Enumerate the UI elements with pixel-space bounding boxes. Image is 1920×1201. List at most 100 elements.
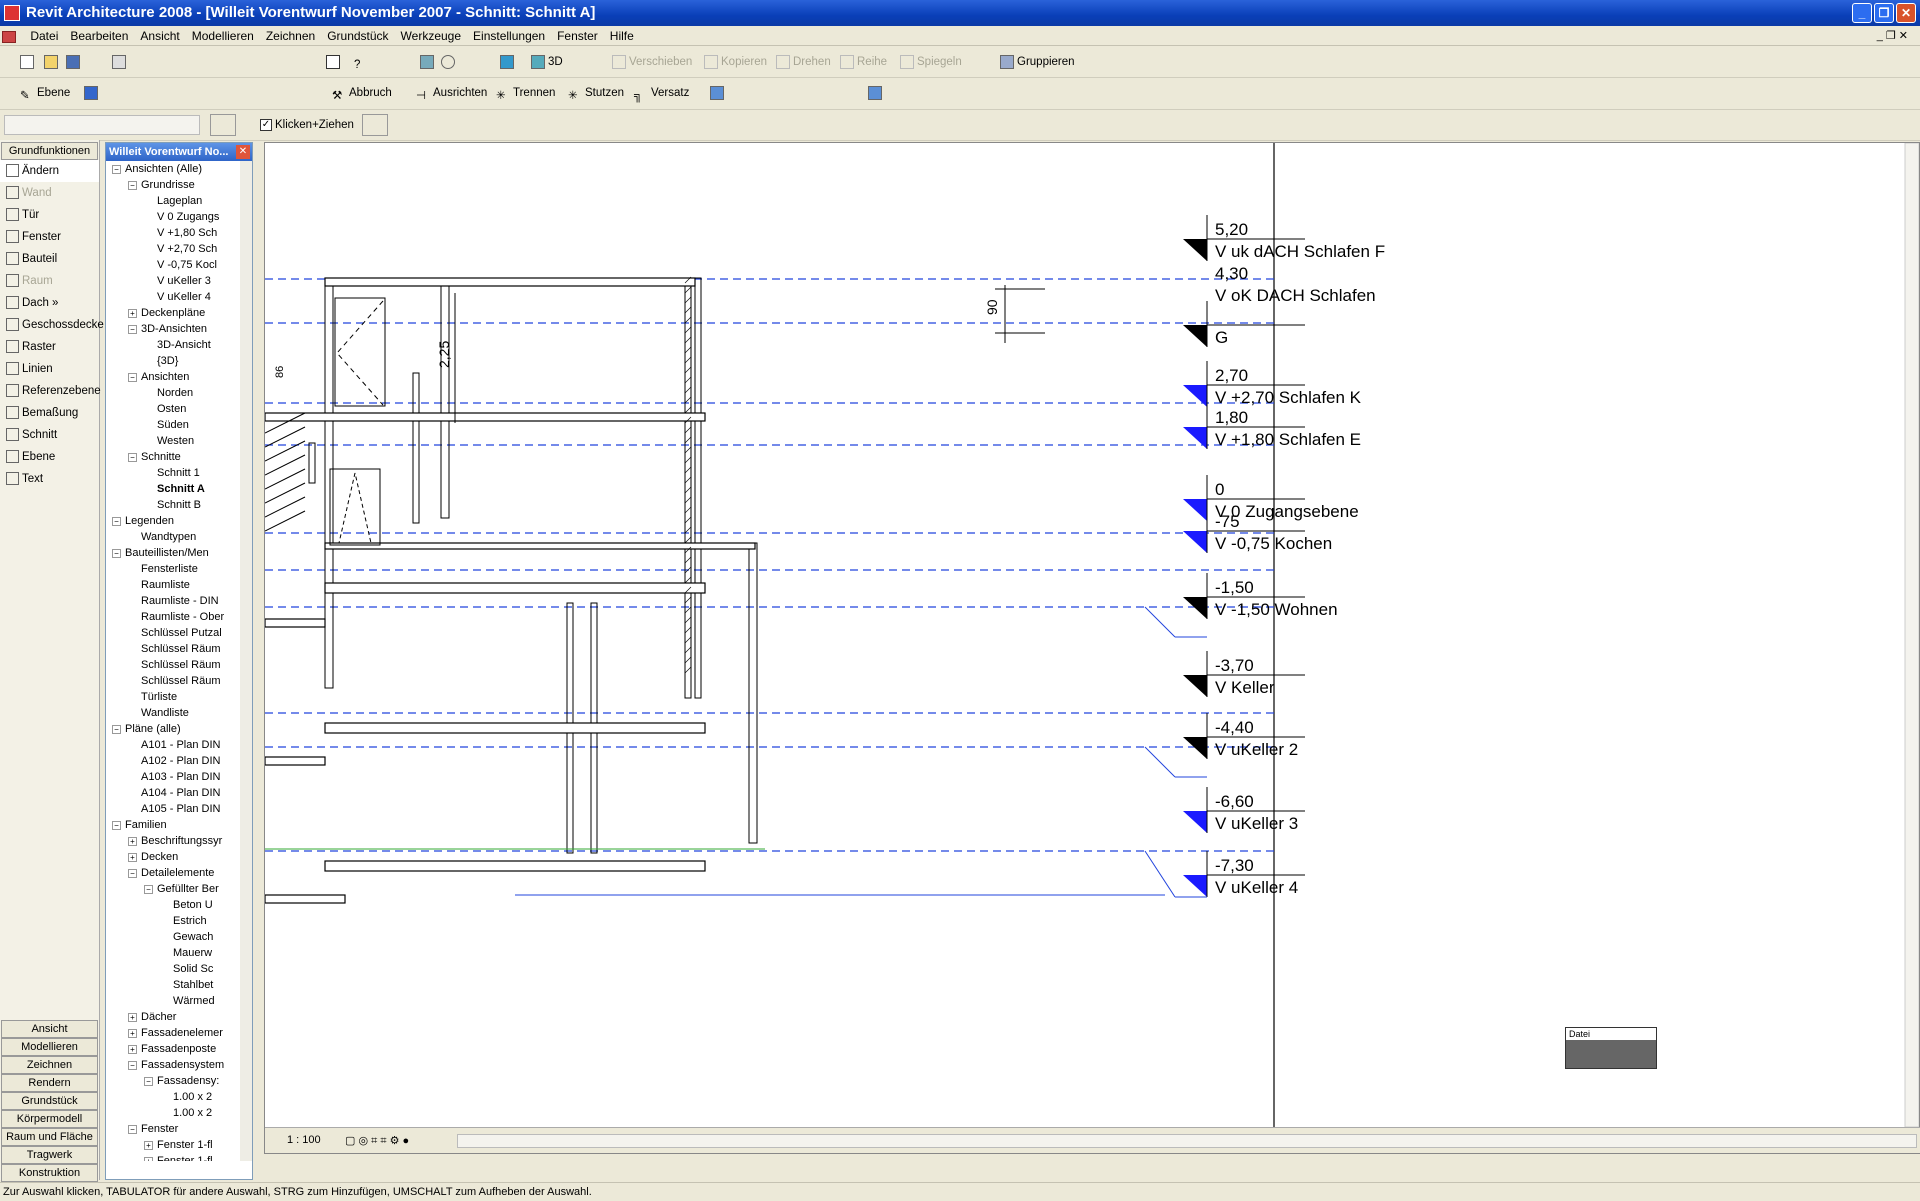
design-category-8[interactable]: Konstruktion (1, 1164, 98, 1182)
browser-node[interactable]: Schlüssel Räum (141, 657, 220, 673)
browser-node[interactable]: − Familien (112, 817, 167, 833)
menu-bearbeiten[interactable]: Bearbeiten (64, 26, 134, 46)
close-browser-icon[interactable]: ✕ (236, 145, 250, 159)
design-item-9[interactable]: Linien (0, 358, 99, 380)
browser-node[interactable]: Wandliste (141, 705, 189, 721)
browser-node[interactable]: Schlüssel Räum (141, 673, 220, 689)
browser-node[interactable]: Solid Sc (173, 961, 213, 977)
browser-node[interactable]: − Fassadensy: (144, 1073, 219, 1089)
browser-node[interactable]: +Fenster 1-fl (144, 1137, 213, 1153)
browser-node[interactable]: + Deckenpläne (128, 305, 205, 321)
browser-node[interactable]: {3D} (157, 353, 178, 369)
browser-node[interactable]: 3D-Ansicht (157, 337, 211, 353)
browser-node[interactable]: Raumliste (141, 577, 190, 593)
schedule-icon[interactable] (868, 83, 885, 103)
design-item-11[interactable]: Bemaßung (0, 402, 99, 424)
design-item-10[interactable]: Referenzebene (0, 380, 101, 402)
copy-to-clipboard-icon[interactable] (710, 83, 727, 103)
design-item-1[interactable]: Wand (0, 182, 99, 204)
expand-icon[interactable]: + (128, 1044, 137, 1054)
browser-node[interactable]: V 0 Zugangs (157, 209, 219, 225)
offset-button[interactable]: ╗ Versatz (634, 83, 689, 103)
zoom-icon[interactable] (441, 52, 458, 72)
browser-node[interactable]: Gewach (173, 929, 213, 945)
expand-icon[interactable]: − (144, 1076, 153, 1086)
expand-icon[interactable]: + (144, 1140, 153, 1150)
design-item-0[interactable]: Ändern (0, 160, 99, 182)
document-icon[interactable] (2, 30, 16, 43)
3d-view-icon[interactable] (500, 52, 517, 72)
browser-node[interactable]: − Detailelemente (128, 865, 214, 881)
design-item-12[interactable]: Schnitt (0, 424, 99, 446)
mirror-button[interactable]: Spiegeln (900, 52, 962, 72)
help-whats-this-icon[interactable]: ? (354, 52, 371, 72)
expand-icon[interactable]: − (128, 868, 137, 878)
section-view-drawing[interactable]: 5,20 V uk dACH Schlafen F 4,30 V oK DACH Sc… (265, 143, 1919, 1127)
expand-icon[interactable]: − (112, 548, 121, 558)
browser-node[interactable]: − Fassadensystem (128, 1057, 224, 1073)
browser-node[interactable]: V uKeller 3 (157, 273, 211, 289)
expand-icon[interactable]: + (144, 1156, 153, 1161)
browser-node[interactable]: 1.00 x 2 (173, 1105, 212, 1121)
browser-node[interactable]: − Bauteillisten/Men (112, 545, 209, 561)
horizontal-scrollbar[interactable] (457, 1134, 1917, 1148)
browser-node[interactable]: Westen (157, 433, 194, 449)
design-category-4[interactable]: Grundstück (1, 1092, 98, 1110)
design-item-7[interactable]: Geschossdecke (0, 314, 104, 336)
design-category-0[interactable]: Ansicht (1, 1020, 98, 1038)
browser-node[interactable]: Schlüssel Putzal (141, 625, 222, 641)
open-icon[interactable] (44, 52, 61, 72)
menu-werkzeuge[interactable]: Werkzeuge (395, 26, 467, 46)
expand-icon[interactable]: − (144, 884, 153, 894)
minimize-button[interactable]: _ (1852, 3, 1872, 23)
browser-node[interactable]: − Schnitte (128, 449, 181, 465)
browser-node[interactable]: Raumliste - DIN (141, 593, 219, 609)
browser-node[interactable]: 1.00 x 2 (173, 1089, 212, 1105)
design-item-2[interactable]: Tür (0, 204, 99, 226)
design-tab-basics[interactable]: Grundfunktionen (1, 142, 98, 160)
expand-icon[interactable]: − (112, 820, 121, 830)
browser-node[interactable]: Schnitt 1 (157, 465, 200, 481)
save-icon[interactable] (66, 52, 83, 72)
filter-icon[interactable] (362, 114, 388, 136)
browser-node[interactable]: Raumliste - Ober (141, 609, 224, 625)
type-selector[interactable] (4, 115, 200, 135)
browser-node[interactable]: V uKeller 4 (157, 289, 211, 305)
drawing-area[interactable]: 5,20 V uk dACH Schlafen F 4,30 V oK DACH Sc… (264, 142, 1920, 1154)
vertical-scrollbar[interactable] (1904, 143, 1919, 1127)
browser-node[interactable]: Mauerw (173, 945, 212, 961)
browser-node[interactable]: V -0,75 Kocl (157, 257, 217, 273)
visibility-icon[interactable] (420, 52, 437, 72)
array-button[interactable]: Reihe (840, 52, 887, 72)
browser-node[interactable]: V +2,70 Sch (157, 241, 217, 257)
expand-icon[interactable]: + (128, 1028, 137, 1038)
expand-icon[interactable]: − (112, 164, 121, 174)
expand-icon[interactable]: − (128, 1060, 137, 1070)
browser-node[interactable]: A105 - Plan DIN (141, 801, 220, 817)
menu-zeichnen[interactable]: Zeichnen (260, 26, 321, 46)
browser-node[interactable]: Wandtypen (141, 529, 196, 545)
revit-app-icon[interactable] (4, 5, 20, 21)
menu-datei[interactable]: Datei (24, 26, 64, 46)
browser-node[interactable]: + Fassadenelemer (128, 1025, 223, 1041)
menu-grundstueck[interactable]: Grundstück (321, 26, 394, 46)
browser-node[interactable]: A103 - Plan DIN (141, 769, 220, 785)
level-button[interactable]: ✎ Ebene (20, 83, 70, 103)
menu-modellieren[interactable]: Modellieren (186, 26, 260, 46)
view-scale[interactable]: 1 : 100 (287, 1134, 321, 1146)
expand-icon[interactable]: − (128, 180, 137, 190)
browser-node[interactable]: Beton U (173, 897, 213, 913)
browser-node[interactable]: + Dächer (128, 1009, 176, 1025)
expand-icon[interactable]: − (128, 372, 137, 382)
toggle-view-icon[interactable] (326, 52, 343, 72)
design-category-6[interactable]: Raum und Fläche (1, 1128, 98, 1146)
split-button[interactable]: ✳ Trennen (496, 83, 555, 103)
design-category-5[interactable]: Körpermodell (1, 1110, 98, 1128)
expand-icon[interactable]: − (128, 1124, 137, 1134)
menu-ansicht[interactable]: Ansicht (134, 26, 185, 46)
browser-node[interactable]: Wärmed (173, 993, 215, 1009)
menu-fenster[interactable]: Fenster (551, 26, 604, 46)
expand-icon[interactable]: + (128, 1012, 137, 1022)
demolish-button[interactable]: ⚒ Abbruch (332, 83, 392, 103)
browser-node[interactable]: − Gefüllter Ber (144, 881, 219, 897)
